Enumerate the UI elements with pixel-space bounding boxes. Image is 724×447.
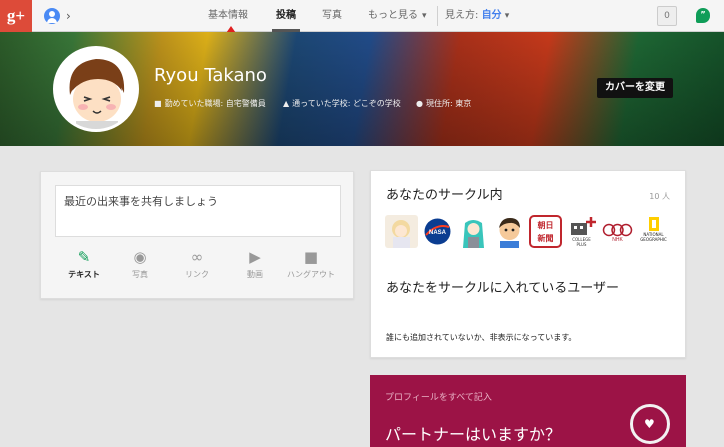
circles-title[interactable]: あなたのサークル内: [386, 184, 503, 203]
profile-location: ● 現住所: 東京: [416, 98, 471, 109]
share-photo-button[interactable]: ◉ 写真: [111, 246, 169, 292]
anime-girl-avatar[interactable]: [385, 215, 418, 248]
svg-text:NASA: NASA: [429, 230, 447, 236]
share-video-label: 動画: [247, 270, 263, 279]
avatar[interactable]: [53, 46, 139, 132]
partner-question: パートナーはいますか？: [385, 425, 562, 444]
chevron-down-icon: ▾: [422, 11, 427, 21]
profile-work: ■ 勤めていた職場: 自宅警備員: [154, 98, 266, 109]
complete-profile-header: プロフィールをすべて記入: [385, 393, 492, 403]
share-hangout-button[interactable]: ■ ハングアウト: [282, 246, 340, 292]
miku-avatar[interactable]: [457, 215, 490, 248]
briefcase-icon: ■: [154, 99, 162, 108]
pencil-icon: ✎: [77, 248, 91, 266]
svg-text:NHK: NHK: [612, 237, 623, 243]
share-hangout-label: ハングアウト: [287, 270, 335, 279]
view-as-label: 見え方:: [445, 10, 479, 21]
share-link-label: リンク: [185, 270, 209, 279]
national-geographic-logo[interactable]: NATIONAL GEOGRAPHIC: [637, 215, 670, 248]
chevron-right-icon: ›: [66, 9, 71, 23]
share-video-button[interactable]: ▶ 動画: [226, 246, 284, 292]
heart-icon: ♥: [644, 417, 655, 431]
view-as-value: 自分: [481, 10, 502, 21]
tab-more[interactable]: もっと見る ▾: [368, 0, 427, 32]
change-cover-button[interactable]: カバーを変更: [597, 78, 673, 98]
nhk-logo[interactable]: NHK: [601, 215, 634, 248]
profile-location-text: 現住所: 東京: [425, 99, 472, 108]
share-box: 最近の出来事を共有しましょう ✎ テキスト ◉ 写真 ∞ リンク ▶ 動画 ■ …: [40, 171, 354, 299]
share-text-button[interactable]: ✎ テキスト: [55, 246, 113, 292]
share-photo-label: 写真: [132, 270, 148, 279]
video-play-icon: ▶: [249, 248, 261, 266]
complete-profile-card[interactable]: プロフィールをすべて記入 パートナーはいますか？ ♥: [370, 375, 686, 447]
google-plus-logo[interactable]: g+: [0, 0, 32, 32]
asahi-text: 朝日 新聞: [537, 221, 554, 243]
video-camera-icon: ■: [303, 248, 319, 266]
divider: [437, 6, 438, 26]
nasa-logo[interactable]: NASA: [421, 215, 454, 248]
link-icon: ∞: [190, 248, 204, 266]
profile-switcher[interactable]: ›: [44, 8, 78, 24]
circles-card: あなたのサークル内 10 人 NASA 朝日 新聞 COLLEGE PLUS N…: [370, 170, 686, 358]
profile-name: Ryou Takano: [154, 65, 267, 86]
cartoon-man-avatar[interactable]: [493, 215, 526, 248]
added-by-title: あなたをサークルに入れているユーザー: [386, 281, 619, 296]
tab-more-label: もっと見る: [368, 10, 418, 21]
top-bar: g+ › 基本情報 投稿 写真 もっと見る ▾ 見え方: 自分 ▾ 0 ”: [0, 0, 724, 32]
share-input[interactable]: 最近の出来事を共有しましょう: [55, 185, 341, 237]
camera-icon: ◉: [133, 248, 147, 266]
location-pin-icon: ●: [416, 99, 423, 108]
asahi-shimbun-logo[interactable]: 朝日 新聞: [529, 215, 562, 248]
share-link-button[interactable]: ∞ リンク: [168, 246, 226, 292]
cover-photo: Ryou Takano ■ 勤めていた職場: 自宅警備員 ▲ 通っていた学校: …: [0, 32, 724, 146]
user-icon: [44, 8, 60, 24]
hangouts-icon[interactable]: ”: [696, 8, 710, 23]
circle-members: NASA 朝日 新聞 COLLEGE PLUS NHK NATIONAL GEO…: [385, 215, 675, 251]
added-by-description: 誰にも追加されていないか、非表示になっています。: [386, 333, 577, 342]
share-text-label: テキスト: [68, 270, 100, 279]
graduation-cap-icon: ▲: [283, 99, 290, 108]
cartoon-face-icon: [56, 49, 136, 129]
profile-work-text: 勤めていた職場: 自宅警備員: [164, 99, 266, 108]
natgeo-text: NATIONAL GEOGRAPHIC: [640, 232, 667, 242]
college-plus-text: COLLEGE PLUS: [572, 237, 591, 247]
chevron-down-icon: ▾: [504, 11, 510, 21]
view-as[interactable]: 見え方: 自分 ▾: [445, 0, 509, 32]
notifications-button[interactable]: 0: [657, 6, 677, 26]
profile-school: ▲ 通っていた学校: どこぞの学校: [283, 98, 401, 109]
college-plus-logo[interactable]: COLLEGE PLUS: [565, 215, 598, 248]
circles-count: 10 人: [649, 192, 670, 201]
tab-posts[interactable]: 投稿: [272, 0, 300, 32]
profile-school-text: 通っていた学校: どこぞの学校: [292, 99, 401, 108]
tab-photos[interactable]: 写真: [322, 0, 342, 32]
